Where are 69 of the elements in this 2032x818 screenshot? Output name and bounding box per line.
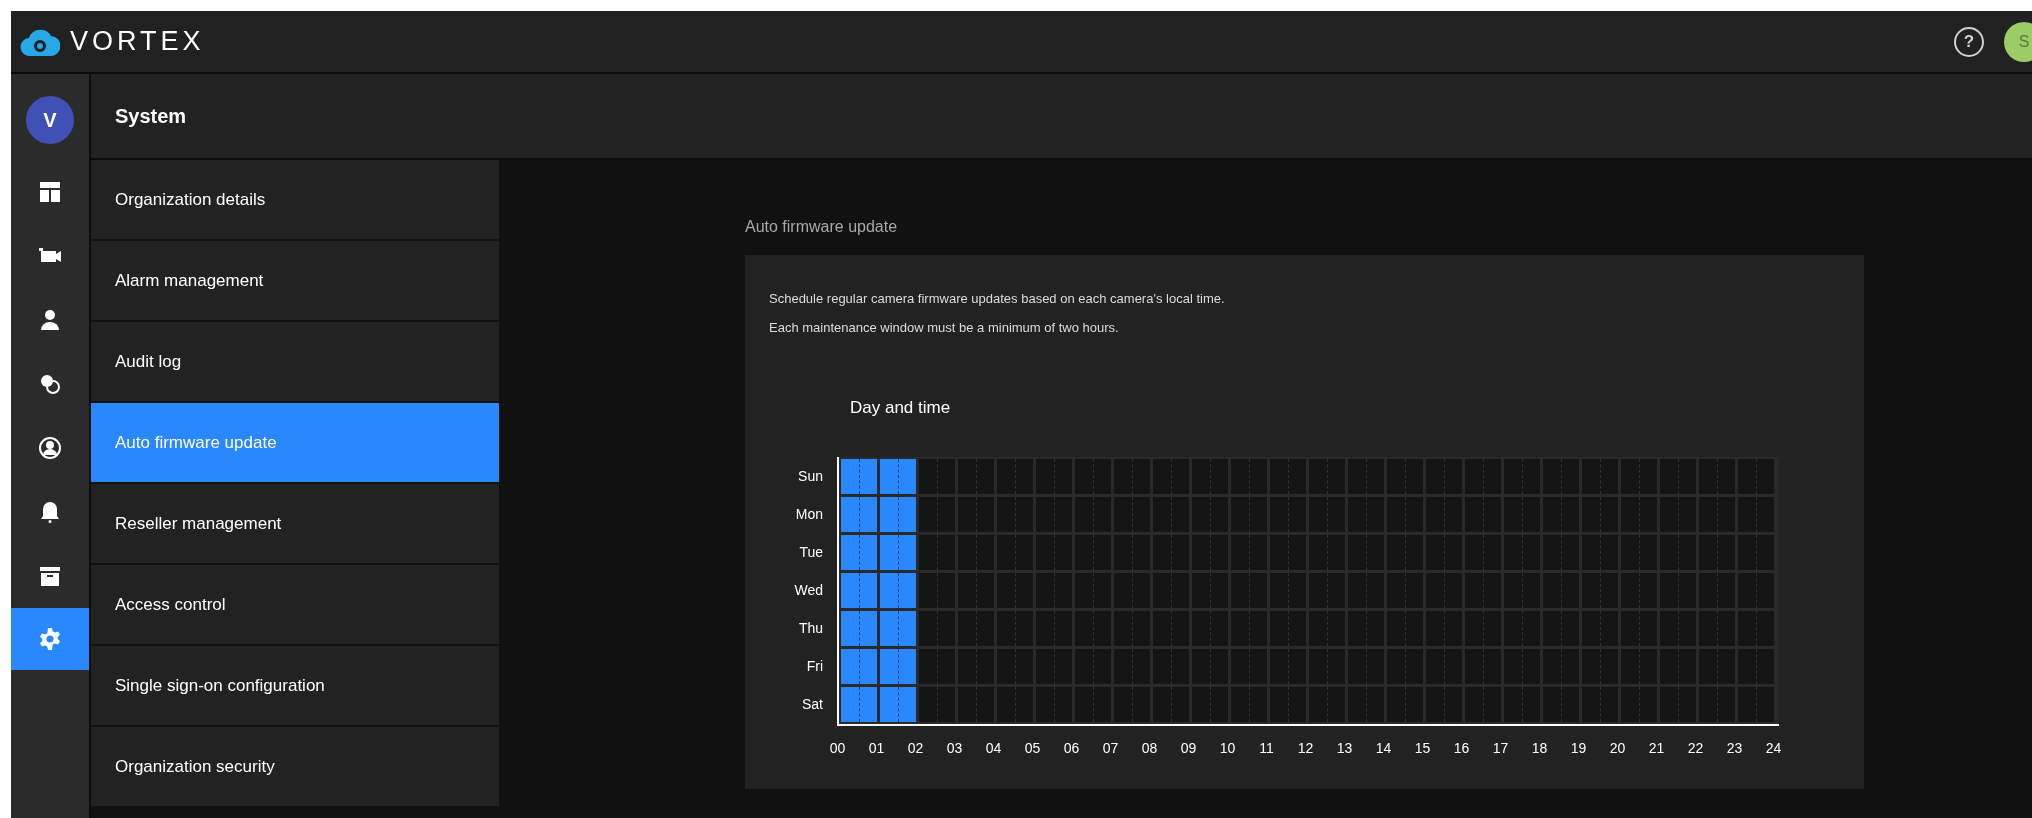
- hour-label: 18: [1530, 738, 1549, 758]
- settings-menu-item[interactable]: Reseller management: [91, 484, 499, 565]
- day-label: Mon: [794, 504, 823, 524]
- hour-label: 15: [1413, 738, 1432, 758]
- section-title: System: [115, 104, 187, 129]
- overlapping-circles-icon: [38, 372, 62, 396]
- time-slot[interactable]: [841, 572, 877, 608]
- time-slot[interactable]: [880, 458, 916, 494]
- hour-label: 17: [1491, 738, 1510, 758]
- hour-label: 13: [1335, 738, 1354, 758]
- hour-label: 12: [1296, 738, 1315, 758]
- day-label: Thu: [797, 618, 823, 638]
- bell-icon: [38, 500, 62, 524]
- hour-label: 21: [1647, 738, 1666, 758]
- time-slot[interactable]: [880, 610, 916, 646]
- hour-label: 05: [1023, 738, 1042, 758]
- hour-label: 04: [984, 738, 1003, 758]
- hour-label: 07: [1101, 738, 1120, 758]
- brand-name: VORTEX: [70, 25, 205, 59]
- time-slot[interactable]: [841, 496, 877, 532]
- hour-label: 20: [1608, 738, 1627, 758]
- settings-menu-item[interactable]: Alarm management: [91, 241, 499, 322]
- panel-title: Auto firmware update: [745, 217, 899, 237]
- hour-label: 03: [945, 738, 964, 758]
- hour-label: 16: [1452, 738, 1471, 758]
- hour-label: 19: [1569, 738, 1588, 758]
- description-text: Each maintenance window must be a minimum of two hours.: [769, 318, 1120, 337]
- hour-label: 23: [1725, 738, 1744, 758]
- time-slot[interactable]: [880, 648, 916, 684]
- time-slot[interactable]: [841, 648, 877, 684]
- hour-label: 00: [828, 738, 847, 758]
- settings-menu-item[interactable]: Single sign-on configuration: [91, 646, 499, 727]
- schedule-title: Day and time: [850, 397, 952, 419]
- hour-label: 01: [867, 738, 886, 758]
- hour-label: 10: [1218, 738, 1237, 758]
- time-slot[interactable]: [841, 610, 877, 646]
- hour-label: 08: [1140, 738, 1159, 758]
- time-slot[interactable]: [880, 496, 916, 532]
- settings-menu-item[interactable]: Organization security: [91, 727, 499, 808]
- time-slot[interactable]: [880, 686, 916, 722]
- day-label: Sat: [801, 694, 823, 714]
- time-slot[interactable]: [841, 686, 877, 722]
- day-label: Wed: [793, 580, 823, 600]
- time-slot[interactable]: [880, 572, 916, 608]
- hour-label: 22: [1686, 738, 1705, 758]
- archive-box-icon: [38, 564, 62, 588]
- settings-icon: [38, 627, 62, 651]
- org-avatar[interactable]: V: [26, 96, 74, 144]
- hour-label: 11: [1258, 738, 1275, 758]
- time-slot[interactable]: [841, 458, 877, 494]
- settings-menu-item[interactable]: Organization details: [91, 160, 499, 241]
- time-slot[interactable]: [880, 534, 916, 570]
- description-text: Schedule regular camera firmware updates based on each camera's local time.: [769, 290, 1226, 308]
- user-circle-icon: [38, 436, 62, 460]
- person-icon: [38, 308, 62, 332]
- hour-label: 06: [1062, 738, 1081, 758]
- day-label: Tue: [798, 542, 823, 562]
- hour-label: 14: [1374, 738, 1393, 758]
- settings-menu-item[interactable]: Access control: [91, 565, 499, 646]
- hour-label: 02: [906, 738, 925, 758]
- schedule-grid[interactable]: [837, 456, 1779, 726]
- help-button[interactable]: ?: [1954, 26, 1984, 57]
- settings-menu-item[interactable]: Audit log: [91, 322, 499, 403]
- hour-label: 09: [1179, 738, 1198, 758]
- day-label: Sun: [797, 466, 823, 486]
- dashboard-icon: [38, 180, 62, 204]
- day-label: Fri: [805, 656, 823, 676]
- hour-label: 24: [1764, 738, 1783, 758]
- time-slot[interactable]: [841, 534, 877, 570]
